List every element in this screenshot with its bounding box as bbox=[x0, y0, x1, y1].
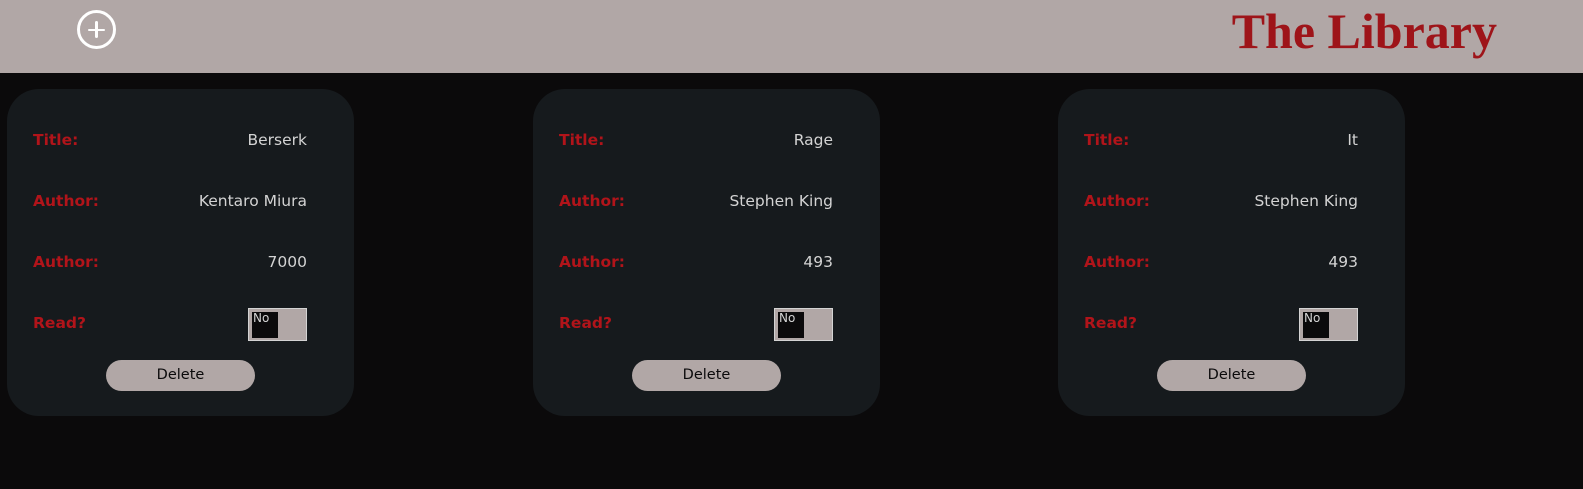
read-label: Read? bbox=[33, 314, 86, 332]
book-card: Title: Berserk Author: Kentaro Miura Aut… bbox=[7, 89, 354, 416]
read-label: Read? bbox=[1084, 314, 1137, 332]
pages-label: Author: bbox=[33, 253, 99, 271]
delete-button[interactable]: Delete bbox=[632, 360, 781, 391]
title-row: Title: It bbox=[1084, 129, 1358, 153]
title-label: Title: bbox=[33, 131, 79, 149]
pages-value: 493 bbox=[803, 253, 833, 271]
pages-label: Author: bbox=[559, 253, 625, 271]
pages-row: Author: 493 bbox=[1084, 251, 1358, 275]
title-label: Title: bbox=[559, 131, 605, 149]
pages-value: 7000 bbox=[267, 253, 307, 271]
title-row: Title: Berserk bbox=[33, 129, 307, 153]
delete-button[interactable]: Delete bbox=[106, 360, 255, 391]
author-value: Kentaro Miura bbox=[198, 192, 307, 210]
pages-row: Author: 7000 bbox=[33, 251, 307, 275]
toggle-text: No bbox=[779, 311, 796, 325]
page-title: The Library bbox=[1231, 3, 1497, 59]
read-row: Read? No bbox=[1084, 308, 1358, 341]
delete-button[interactable]: Delete bbox=[1157, 360, 1306, 391]
read-toggle[interactable]: No bbox=[248, 308, 307, 341]
book-card: Title: Rage Author: Stephen King Author:… bbox=[533, 89, 880, 416]
read-toggle[interactable]: No bbox=[774, 308, 833, 341]
author-label: Author: bbox=[1084, 192, 1150, 210]
read-label: Read? bbox=[559, 314, 612, 332]
pages-value: 493 bbox=[1328, 253, 1358, 271]
title-value: Rage bbox=[793, 131, 833, 149]
add-book-button[interactable] bbox=[77, 10, 116, 49]
toggle-text: No bbox=[1304, 311, 1321, 325]
author-row: Author: Stephen King bbox=[1084, 190, 1358, 214]
pages-label: Author: bbox=[1084, 253, 1150, 271]
author-value: Stephen King bbox=[1254, 192, 1358, 210]
book-card: Title: It Author: Stephen King Author: 4… bbox=[1058, 89, 1405, 416]
title-label: Title: bbox=[1084, 131, 1130, 149]
author-label: Author: bbox=[559, 192, 625, 210]
header: The Library bbox=[0, 0, 1583, 73]
title-value: It bbox=[1347, 131, 1358, 149]
title-value: Berserk bbox=[247, 131, 307, 149]
read-row: Read? No bbox=[559, 308, 833, 341]
author-row: Author: Kentaro Miura bbox=[33, 190, 307, 214]
author-label: Author: bbox=[33, 192, 99, 210]
author-value: Stephen King bbox=[729, 192, 833, 210]
pages-row: Author: 493 bbox=[559, 251, 833, 275]
title-row: Title: Rage bbox=[559, 129, 833, 153]
toggle-text: No bbox=[253, 311, 270, 325]
read-row: Read? No bbox=[33, 308, 307, 341]
author-row: Author: Stephen King bbox=[559, 190, 833, 214]
read-toggle[interactable]: No bbox=[1299, 308, 1358, 341]
